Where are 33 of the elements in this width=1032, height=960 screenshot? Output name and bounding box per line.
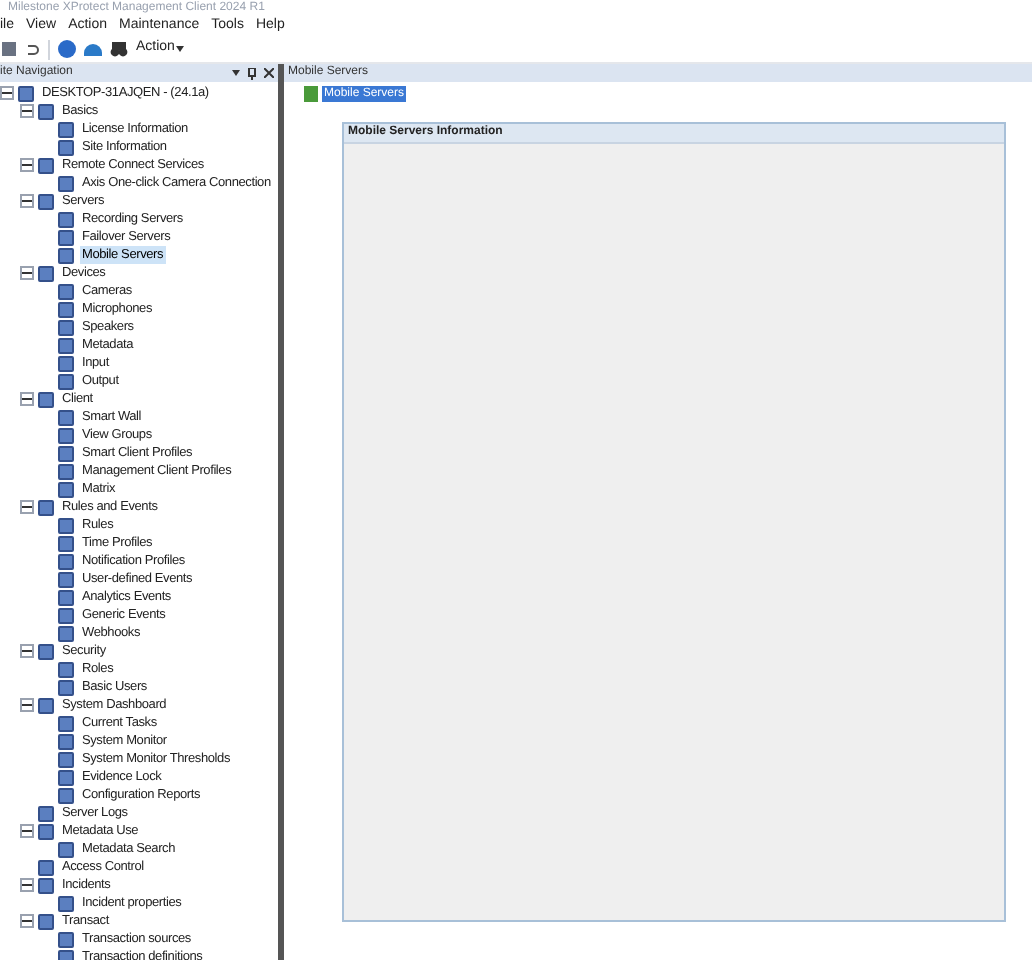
expander-icon[interactable] (20, 644, 34, 658)
pin-icon[interactable] (248, 67, 256, 79)
expander-icon[interactable] (20, 392, 34, 406)
node-icon (38, 391, 54, 407)
expander-icon[interactable] (20, 194, 34, 208)
expander-icon[interactable] (20, 266, 34, 280)
caret-icon (176, 46, 185, 52)
expander-icon[interactable] (20, 104, 34, 118)
help-icon[interactable] (58, 40, 76, 58)
node-icon (58, 841, 74, 857)
dropdown-icon[interactable] (232, 70, 240, 76)
node-icon (58, 175, 74, 191)
node-icon (38, 643, 54, 659)
expander-icon[interactable] (20, 878, 34, 892)
node-icon (38, 193, 54, 209)
node-icon (38, 157, 54, 173)
expander-icon[interactable] (0, 86, 14, 100)
undo-icon[interactable] (24, 41, 40, 57)
node-icon (38, 499, 54, 515)
node-icon (38, 265, 54, 281)
expander-icon[interactable] (20, 698, 34, 712)
close-icon[interactable] (264, 68, 274, 78)
expander-icon[interactable] (20, 824, 34, 838)
node-icon (38, 697, 54, 713)
node-icon (58, 895, 74, 911)
binoculars-icon[interactable] (110, 41, 128, 57)
expander-icon[interactable] (20, 914, 34, 928)
server-icon (304, 85, 318, 101)
expander-icon[interactable] (20, 158, 34, 172)
node-icon (18, 85, 34, 101)
node-icon (38, 913, 54, 929)
expander-icon[interactable] (20, 500, 34, 514)
node-icon (38, 103, 54, 119)
